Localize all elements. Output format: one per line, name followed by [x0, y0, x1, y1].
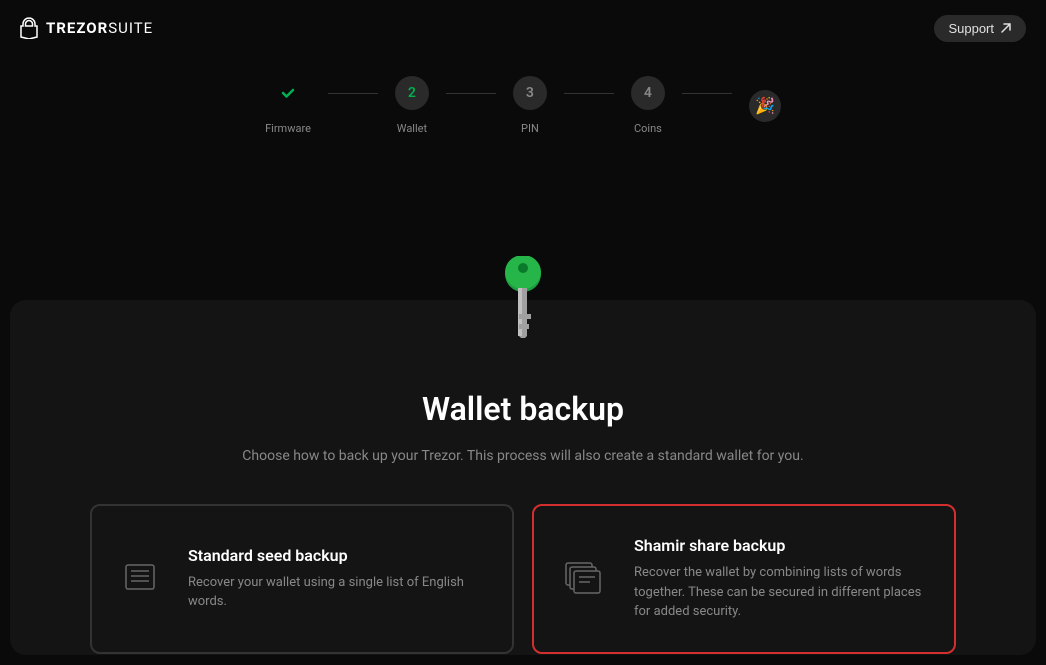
step-coins: 4 Coins	[631, 76, 665, 135]
support-label: Support	[948, 21, 994, 36]
brand-logo: TREZORSUITE	[20, 17, 153, 39]
step-finish: 🎉	[749, 90, 781, 122]
trezor-lock-icon	[20, 17, 38, 39]
checkmark-icon	[280, 85, 296, 101]
main-panel: Wallet backup Choose how to back up your…	[10, 300, 1036, 655]
brand-name: TREZORSUITE	[46, 19, 153, 37]
document-icon	[120, 557, 160, 601]
step-connector	[328, 93, 378, 94]
option-standard-seed[interactable]: Standard seed backup Recover your wallet…	[90, 504, 514, 654]
step-firmware: Firmware	[265, 76, 311, 135]
external-link-icon	[1000, 22, 1012, 34]
step-pin-number: 3	[513, 76, 547, 110]
setup-stepper: Firmware 2 Wallet 3 PIN 4 Coins 🎉	[0, 76, 1046, 135]
app-header: TREZORSUITE Support	[0, 0, 1046, 56]
key-illustration	[503, 256, 543, 342]
step-connector	[446, 93, 496, 94]
option-shamir-share[interactable]: Shamir share backup Recover the wallet b…	[532, 504, 956, 654]
party-popper-icon: 🎉	[749, 90, 781, 122]
step-connector	[682, 93, 732, 94]
step-firmware-indicator	[271, 76, 305, 110]
option-standard-title: Standard seed backup	[188, 546, 484, 565]
step-pin: 3 PIN	[513, 76, 547, 135]
page-subtitle: Choose how to back up your Trezor. This …	[50, 448, 996, 464]
step-coins-label: Coins	[634, 122, 662, 135]
option-shamir-desc: Recover the wallet by combining lists of…	[634, 563, 926, 622]
support-button[interactable]: Support	[934, 15, 1026, 42]
step-pin-label: PIN	[521, 122, 539, 135]
option-standard-desc: Recover your wallet using a single list …	[188, 573, 484, 612]
step-wallet-label: Wallet	[397, 122, 427, 135]
step-wallet: 2 Wallet	[395, 76, 429, 135]
step-connector	[564, 93, 614, 94]
option-standard-text: Standard seed backup Recover your wallet…	[188, 546, 484, 612]
step-coins-number: 4	[631, 76, 665, 110]
backup-options: Standard seed backup Recover your wallet…	[50, 504, 996, 654]
option-shamir-text: Shamir share backup Recover the wallet b…	[634, 536, 926, 622]
step-firmware-label: Firmware	[265, 122, 311, 135]
documents-stack-icon	[562, 557, 606, 601]
page-title: Wallet backup	[50, 390, 996, 428]
step-wallet-number: 2	[395, 76, 429, 110]
option-shamir-title: Shamir share backup	[634, 536, 926, 555]
